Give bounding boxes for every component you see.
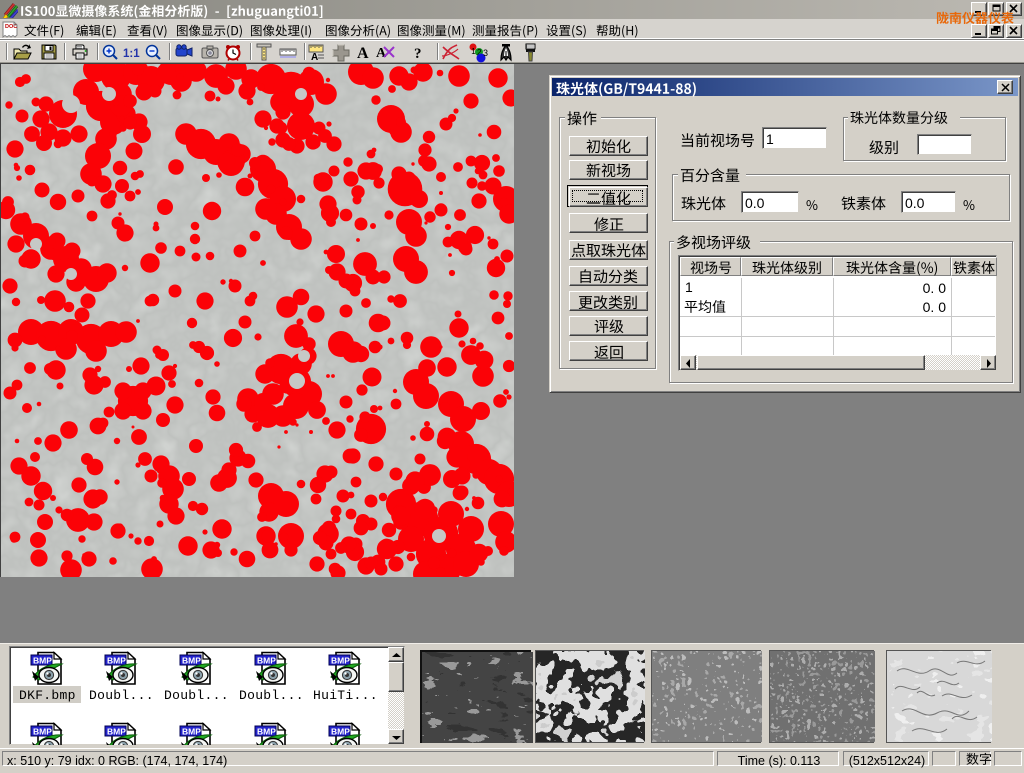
svg-text:A: A [311,52,318,61]
svg-text:BMP: BMP [257,656,276,666]
svg-text:BMP: BMP [107,727,126,737]
svg-text:BMP: BMP [331,727,350,737]
svg-text:?: ? [414,46,422,61]
svg-text:BMP: BMP [107,656,126,666]
svg-text:BMP: BMP [33,656,52,666]
svg-text:BMP: BMP [182,656,201,666]
svg-text:3: 3 [483,48,488,58]
svg-text:BMP: BMP [331,656,350,666]
svg-text:1:1: 1:1 [123,48,140,60]
svg-text:BMP: BMP [257,727,276,737]
svg-text:BMP: BMP [33,727,52,737]
svg-text:A: A [357,45,369,61]
svg-text:BMP: BMP [182,727,201,737]
